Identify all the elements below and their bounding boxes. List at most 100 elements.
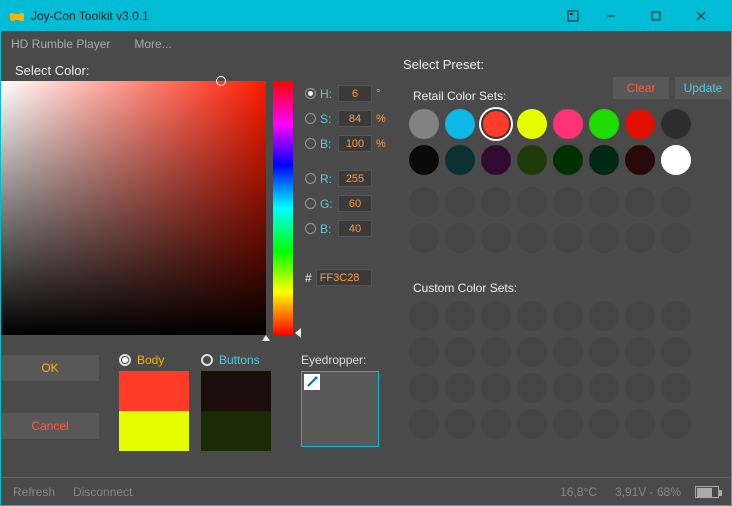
preset-swatch[interactable] [553, 109, 583, 139]
radio-g[interactable] [305, 198, 316, 209]
preset-swatch[interactable] [661, 337, 691, 367]
preset-swatch[interactable] [445, 109, 475, 139]
preset-swatch[interactable] [481, 409, 511, 439]
preset-swatch[interactable] [553, 223, 583, 253]
hex-input[interactable] [316, 269, 372, 286]
preset-swatch[interactable] [409, 109, 439, 139]
maximize-button[interactable] [633, 1, 678, 31]
preset-swatch[interactable] [661, 409, 691, 439]
eyedropper-box[interactable] [301, 371, 379, 447]
preset-swatch[interactable] [517, 337, 547, 367]
input-g[interactable] [338, 195, 372, 212]
radio-r[interactable] [305, 173, 316, 184]
buttons-swatch-bottom[interactable] [201, 411, 271, 451]
preset-swatch[interactable] [589, 301, 619, 331]
preset-swatch[interactable] [409, 373, 439, 403]
preset-swatch[interactable] [553, 409, 583, 439]
preset-swatch[interactable] [553, 145, 583, 175]
preset-swatch[interactable] [589, 409, 619, 439]
preset-swatch[interactable] [553, 187, 583, 217]
radio-body[interactable] [119, 354, 131, 366]
input-r[interactable] [338, 170, 372, 187]
radio-buttons[interactable] [201, 354, 213, 366]
preset-swatch[interactable] [409, 187, 439, 217]
update-button[interactable]: Update [675, 77, 731, 99]
input-bb[interactable] [338, 220, 372, 237]
preset-swatch[interactable] [553, 301, 583, 331]
preset-swatch[interactable] [445, 409, 475, 439]
buttons-swatch-top[interactable] [201, 371, 271, 411]
preset-swatch[interactable] [589, 109, 619, 139]
preset-swatch[interactable] [661, 373, 691, 403]
preset-swatch[interactable] [481, 223, 511, 253]
cancel-button[interactable]: Cancel [1, 413, 99, 439]
preset-swatch[interactable] [625, 337, 655, 367]
color-field[interactable] [1, 81, 266, 335]
radio-h[interactable] [305, 88, 316, 99]
preset-swatch[interactable] [517, 409, 547, 439]
preset-swatch[interactable] [589, 145, 619, 175]
ok-button[interactable]: OK [1, 355, 99, 381]
preset-swatch[interactable] [625, 187, 655, 217]
preset-swatch[interactable] [517, 373, 547, 403]
preset-swatch[interactable] [517, 223, 547, 253]
menu-more[interactable]: More... [134, 37, 171, 51]
radio-s[interactable] [305, 113, 316, 124]
preset-swatch[interactable] [625, 373, 655, 403]
preset-swatch[interactable] [625, 145, 655, 175]
body-radio-row[interactable]: Body [119, 353, 197, 367]
eyedropper-icon[interactable] [304, 374, 320, 390]
preset-swatch[interactable] [625, 223, 655, 253]
preset-swatch[interactable] [409, 301, 439, 331]
buttons-radio-row[interactable]: Buttons [201, 353, 279, 367]
input-h[interactable] [338, 85, 372, 102]
preset-swatch[interactable] [409, 409, 439, 439]
preset-swatch[interactable] [517, 145, 547, 175]
footer-disconnect[interactable]: Disconnect [73, 485, 132, 499]
preset-swatch[interactable] [589, 373, 619, 403]
close-button[interactable] [678, 1, 723, 31]
input-s[interactable] [338, 110, 372, 127]
preset-swatch[interactable] [409, 223, 439, 253]
preset-swatch[interactable] [445, 223, 475, 253]
preset-swatch[interactable] [445, 187, 475, 217]
preset-swatch[interactable] [481, 373, 511, 403]
body-swatch-bottom[interactable] [119, 411, 189, 451]
footer-refresh[interactable]: Refresh [13, 485, 55, 499]
preset-swatch[interactable] [589, 337, 619, 367]
preset-swatch[interactable] [445, 373, 475, 403]
preset-swatch[interactable] [661, 187, 691, 217]
minimize-button[interactable] [588, 1, 633, 31]
preset-swatch[interactable] [661, 223, 691, 253]
preset-swatch[interactable] [589, 223, 619, 253]
hue-slider[interactable] [273, 81, 293, 335]
preset-swatch[interactable] [481, 187, 511, 217]
preset-swatch[interactable] [553, 373, 583, 403]
preset-swatch[interactable] [517, 109, 547, 139]
body-swatch-top[interactable] [119, 371, 189, 411]
preset-swatch[interactable] [409, 145, 439, 175]
preset-swatch[interactable] [409, 337, 439, 367]
preset-swatch[interactable] [661, 301, 691, 331]
preset-swatch[interactable] [445, 145, 475, 175]
preset-swatch[interactable] [445, 337, 475, 367]
preset-swatch[interactable] [625, 301, 655, 331]
preset-swatch[interactable] [445, 301, 475, 331]
menu-rumble[interactable]: HD Rumble Player [11, 37, 110, 51]
radio-bb[interactable] [305, 223, 316, 234]
preset-swatch[interactable] [481, 109, 511, 139]
input-b[interactable] [338, 135, 372, 152]
preset-swatch[interactable] [517, 301, 547, 331]
preset-swatch[interactable] [625, 109, 655, 139]
preset-swatch[interactable] [553, 337, 583, 367]
preset-swatch[interactable] [589, 187, 619, 217]
preset-swatch[interactable] [517, 187, 547, 217]
preset-swatch[interactable] [481, 145, 511, 175]
preset-swatch[interactable] [625, 409, 655, 439]
preset-swatch[interactable] [481, 337, 511, 367]
preset-swatch[interactable] [481, 301, 511, 331]
preset-swatch[interactable] [661, 145, 691, 175]
radio-b[interactable] [305, 138, 316, 149]
preset-swatch[interactable] [661, 109, 691, 139]
clear-button[interactable]: Clear [613, 77, 669, 99]
